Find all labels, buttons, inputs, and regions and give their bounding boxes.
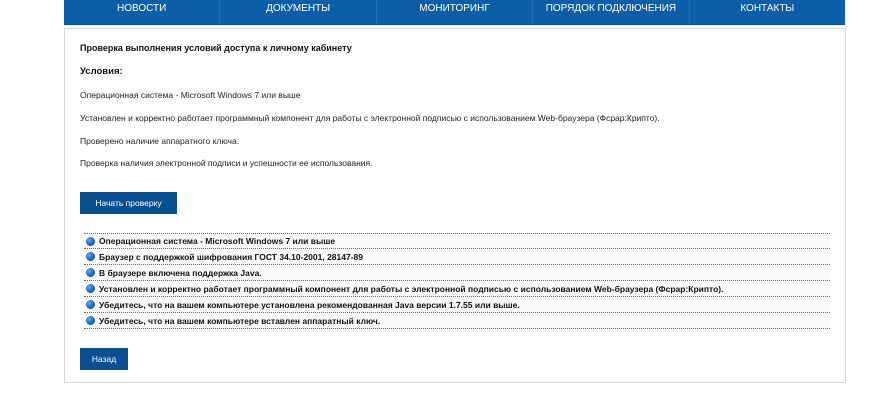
- check-text: В браузере включена поддержка Java.: [99, 267, 262, 278]
- page-title: Проверка выполнения условий доступа к ли…: [80, 43, 352, 53]
- check-row: Браузер с поддержкой шифрования ГОСТ 34.…: [84, 249, 830, 265]
- blue-circle-icon: [86, 268, 95, 277]
- nav-item-news[interactable]: НОВОСТИ: [64, 0, 221, 24]
- nav-item-monitoring[interactable]: МОНИТОРИНГ: [377, 0, 534, 24]
- start-check-button[interactable]: Начать проверку: [80, 192, 177, 214]
- nav-item-contacts[interactable]: КОНТАКТЫ: [690, 0, 845, 24]
- check-row: Убедитесь, что на вашем компьютере встав…: [84, 313, 830, 329]
- check-row: Установлен и корректно работает программ…: [84, 281, 830, 297]
- check-row: Операционная система - Microsoft Windows…: [84, 233, 830, 249]
- access-check-panel: Проверка выполнения условий доступа к ли…: [64, 28, 846, 383]
- condition-item: Проверка наличия электронной подписи и у…: [80, 158, 373, 168]
- condition-item: Операционная система - Microsoft Windows…: [80, 90, 301, 100]
- top-navigation: НОВОСТИ ДОКУМЕНТЫ МОНИТОРИНГ ПОРЯДОК ПОД…: [64, 0, 845, 25]
- blue-circle-icon: [86, 300, 95, 309]
- condition-item: Проверено наличие аппаратного ключа.: [80, 136, 240, 146]
- page: НОВОСТИ ДОКУМЕНТЫ МОНИТОРИНГ ПОРЯДОК ПОД…: [0, 0, 870, 400]
- conditions-heading: Условия:: [80, 66, 123, 77]
- nav-item-connection-procedure[interactable]: ПОРЯДОК ПОДКЛЮЧЕНИЯ: [533, 0, 690, 24]
- check-text: Убедитесь, что на вашем компьютере встав…: [99, 315, 381, 326]
- condition-item: Установлен и корректно работает программ…: [80, 113, 660, 123]
- check-row: Убедитесь, что на вашем компьютере устан…: [84, 297, 830, 313]
- check-text: Браузер с поддержкой шифрования ГОСТ 34.…: [99, 251, 363, 262]
- check-text: Убедитесь, что на вашем компьютере устан…: [99, 299, 520, 310]
- check-text: Установлен и корректно работает программ…: [99, 283, 724, 294]
- back-button[interactable]: Назад: [80, 348, 128, 370]
- blue-circle-icon: [86, 236, 95, 246]
- check-results-list: Операционная система - Microsoft Windows…: [84, 233, 830, 329]
- check-row: В браузере включена поддержка Java.: [84, 265, 830, 281]
- check-text: Операционная система - Microsoft Windows…: [99, 236, 336, 246]
- blue-circle-icon: [86, 284, 95, 293]
- blue-circle-icon: [86, 252, 95, 261]
- blue-circle-icon: [86, 316, 95, 325]
- nav-item-documents[interactable]: ДОКУМЕНТЫ: [220, 0, 377, 24]
